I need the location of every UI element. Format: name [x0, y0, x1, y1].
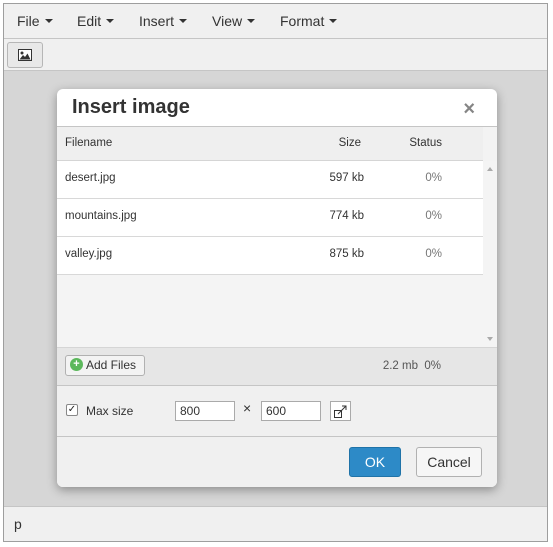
ok-button[interactable]: OK [349, 447, 401, 477]
file-list: desert.jpg 597 kb 0% mountains.jpg 774 k… [57, 161, 483, 347]
plus-icon: + [70, 358, 83, 372]
height-input[interactable] [261, 401, 321, 421]
file-size: 597 kb [329, 172, 364, 184]
menu-view[interactable]: View [212, 4, 256, 39]
file-name: desert.jpg [65, 172, 116, 184]
file-name: mountains.jpg [65, 210, 137, 222]
close-icon[interactable]: × [463, 98, 475, 121]
insert-image-button[interactable] [7, 42, 43, 68]
dialog-title: Insert image [72, 96, 190, 118]
file-upload-area: Filename Size Status desert.jpg 597 kb 0… [57, 126, 497, 386]
file-size: 875 kb [329, 248, 364, 260]
image-icon [18, 49, 32, 61]
image-options: ✓ Max size × [57, 385, 497, 436]
col-status: Status [409, 137, 442, 149]
element-path[interactable]: p [14, 516, 22, 532]
chevron-down-icon [329, 19, 338, 24]
menu-file[interactable]: File [17, 4, 53, 39]
table-row[interactable]: valley.jpg 875 kb 0% [57, 237, 483, 275]
width-input[interactable] [175, 401, 235, 421]
menu-format[interactable]: Format [280, 4, 338, 39]
menu-edit[interactable]: Edit [77, 4, 115, 39]
file-status: 0% [425, 172, 442, 184]
dialog-footer: OK Cancel [57, 436, 497, 487]
file-table-header: Filename Size Status [57, 127, 483, 161]
file-name: valley.jpg [65, 248, 113, 260]
insert-image-dialog: Insert image × Filename Size Status dese… [57, 89, 497, 487]
table-row[interactable]: desert.jpg 597 kb 0% [57, 161, 483, 199]
times-symbol: × [243, 400, 252, 416]
max-size-checkbox[interactable]: ✓ [66, 404, 78, 416]
col-size: Size [338, 137, 361, 149]
table-row[interactable]: mountains.jpg 774 kb 0% [57, 199, 483, 237]
chevron-down-icon [247, 19, 256, 24]
total-size: 2.2 mb [382, 360, 418, 372]
total-status: 0% [424, 360, 441, 372]
col-filename: Filename [65, 137, 113, 149]
max-size-label: Max size [86, 404, 134, 418]
file-status: 0% [425, 248, 442, 260]
scroll-down-icon[interactable] [487, 337, 493, 341]
toolbar [4, 39, 547, 71]
chevron-down-icon [106, 19, 115, 24]
chevron-down-icon [179, 19, 188, 24]
scrollbar[interactable] [483, 161, 497, 347]
scroll-up-icon[interactable] [487, 167, 493, 171]
file-status: 0% [425, 210, 442, 222]
resize-icon [334, 405, 347, 418]
file-size: 774 kb [329, 210, 364, 222]
add-files-button[interactable]: + Add Files [65, 355, 146, 376]
menu-insert[interactable]: Insert [139, 4, 188, 39]
file-summary: + Add Files 2.2 mb 0% [57, 347, 497, 386]
statusbar: p [4, 506, 547, 541]
chevron-down-icon [44, 19, 53, 24]
menubar: File Edit Insert View Format [4, 4, 547, 39]
cancel-button[interactable]: Cancel [416, 447, 482, 477]
constrain-proportions-button[interactable] [330, 401, 351, 421]
